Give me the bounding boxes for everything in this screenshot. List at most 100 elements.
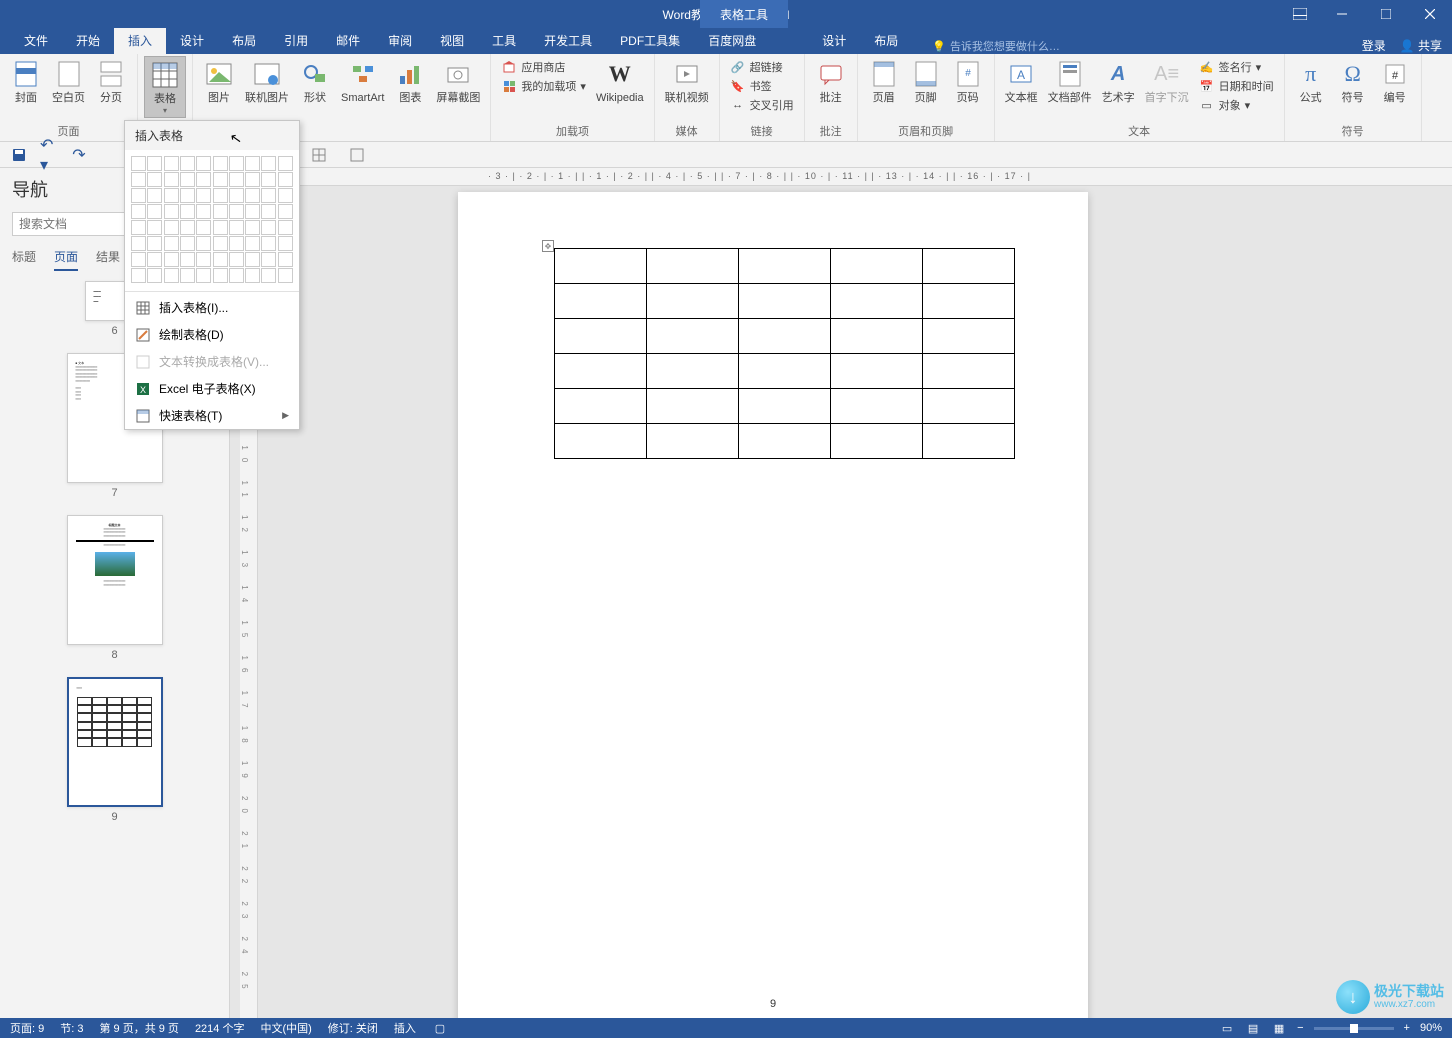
tell-me-search[interactable]: 💡 告诉我您想要做什么… — [932, 38, 1060, 54]
tab-baidu[interactable]: 百度网盘 — [694, 27, 770, 54]
ribbon-display-options[interactable] — [1278, 0, 1322, 28]
redo-icon[interactable]: ↷ — [70, 146, 88, 164]
blank-page-button[interactable]: 空白页 — [48, 56, 89, 107]
minimize-button[interactable] — [1320, 0, 1364, 28]
status-language[interactable]: 中文(中国) — [260, 1020, 311, 1036]
maximize-button[interactable] — [1364, 0, 1408, 28]
status-insert-mode[interactable]: 插入 — [394, 1020, 416, 1036]
chart-icon — [394, 58, 426, 90]
tab-mailings[interactable]: 邮件 — [322, 27, 374, 54]
table-dropdown-menu: 插入表格 插入表格(I)... 绘制表格(D) 文本转换成表格(V)... X … — [124, 120, 300, 430]
tab-view[interactable]: 视图 — [426, 27, 478, 54]
excel-spreadsheet-item[interactable]: X Excel 电子表格(X) — [125, 375, 299, 402]
table-move-handle[interactable]: ✥ — [542, 240, 554, 252]
zoom-in-button[interactable]: + — [1404, 1022, 1410, 1034]
share-button[interactable]: 👤 共享 — [1400, 37, 1442, 54]
thumbnail-page-9[interactable]: ━━━ — [67, 677, 163, 807]
group-headerfooter: 页眉 页脚 #页码 页眉和页脚 — [858, 54, 995, 141]
nav-tab-headings[interactable]: 标题 — [12, 248, 36, 271]
status-macro-icon[interactable]: ▢ — [432, 1020, 448, 1036]
qa-table-icon[interactable] — [310, 146, 328, 164]
document-page[interactable]: ✥ 9 — [458, 192, 1088, 1018]
equation-button[interactable]: π公式 — [1291, 56, 1331, 107]
tab-design[interactable]: 设计 — [166, 27, 218, 54]
shapes-button[interactable]: 形状 — [295, 56, 335, 107]
wordart-icon: A — [1102, 58, 1134, 90]
cover-page-button[interactable]: 封面 — [6, 56, 46, 107]
status-track-changes[interactable]: 修订: 关闭 — [328, 1020, 378, 1036]
chart-button[interactable]: 图表 — [390, 56, 430, 107]
signature-icon: ✍ — [1199, 59, 1215, 75]
wikipedia-button[interactable]: WWikipedia — [592, 56, 648, 107]
tab-table-layout[interactable]: 布局 — [860, 27, 912, 54]
online-video-button[interactable]: 联机视频 — [661, 56, 713, 107]
quickparts-button[interactable]: 文档部件 — [1044, 56, 1096, 107]
textbox-button[interactable]: A文本框 — [1001, 56, 1042, 107]
tab-tools[interactable]: 工具 — [478, 27, 530, 54]
table-button[interactable]: 表格 ▾ — [144, 56, 186, 118]
comment-icon — [815, 58, 847, 90]
smartart-button[interactable]: SmartArt — [337, 56, 388, 107]
zoom-out-button[interactable]: − — [1297, 1022, 1303, 1034]
tab-review[interactable]: 审阅 — [374, 27, 426, 54]
picture-button[interactable]: 图片 — [199, 56, 239, 107]
tab-layout[interactable]: 布局 — [218, 27, 270, 54]
dropcap-button[interactable]: A≡首字下沉 — [1141, 56, 1193, 107]
status-section[interactable]: 节: 3 — [60, 1020, 83, 1036]
symbol-button[interactable]: Ω符号 — [1333, 56, 1373, 107]
horizontal-ruler[interactable]: · 3 · | · 2 · | · 1 · | | · 1 · | · 2 · … — [258, 168, 1452, 186]
object-button[interactable]: ▭对象 ▾ — [1199, 96, 1274, 114]
wikipedia-icon: W — [604, 58, 636, 90]
dropcap-icon: A≡ — [1151, 58, 1183, 90]
screenshot-button[interactable]: 屏幕截图 — [432, 56, 484, 107]
header-icon — [868, 58, 900, 90]
tab-table-design[interactable]: 设计 — [808, 27, 860, 54]
bookmark-button[interactable]: 🔖书签 — [730, 77, 794, 95]
crossref-button[interactable]: ↔交叉引用 — [730, 96, 794, 114]
datetime-button[interactable]: 📅日期和时间 — [1199, 77, 1274, 95]
draw-table-item[interactable]: 绘制表格(D) — [125, 321, 299, 348]
zoom-slider[interactable] — [1314, 1027, 1394, 1030]
sign-in-link[interactable]: 登录 — [1362, 37, 1386, 54]
svg-text:#: # — [965, 68, 971, 79]
quick-tables-item[interactable]: 快速表格(T) ▶ — [125, 402, 299, 429]
status-word-count[interactable]: 2214 个字 — [195, 1020, 245, 1036]
tab-file[interactable]: 文件 — [10, 27, 62, 54]
save-icon[interactable] — [10, 146, 28, 164]
insert-table-item[interactable]: 插入表格(I)... — [125, 294, 299, 321]
tab-developer[interactable]: 开发工具 — [530, 27, 606, 54]
tab-home[interactable]: 开始 — [62, 27, 114, 54]
read-mode-icon[interactable]: ▭ — [1219, 1020, 1235, 1036]
wordart-button[interactable]: A艺术字 — [1098, 56, 1139, 107]
store-button[interactable]: 应用商店 — [501, 58, 586, 76]
quick-tables-icon — [135, 408, 151, 424]
header-button[interactable]: 页眉 — [864, 56, 904, 107]
my-addins-button[interactable]: 我的加载项 ▾ — [501, 77, 586, 95]
hyperlink-button[interactable]: 🔗超链接 — [730, 58, 794, 76]
page-break-icon — [95, 58, 127, 90]
signature-button[interactable]: ✍签名行 ▾ — [1199, 58, 1274, 76]
web-layout-icon[interactable]: ▦ — [1271, 1020, 1287, 1036]
footer-button[interactable]: 页脚 — [906, 56, 946, 107]
close-button[interactable] — [1408, 0, 1452, 28]
page-break-button[interactable]: 分页 — [91, 56, 131, 107]
tab-references[interactable]: 引用 — [270, 27, 322, 54]
document-table[interactable] — [554, 248, 1015, 459]
pagenum-button[interactable]: #页码 — [948, 56, 988, 107]
table-size-grid[interactable] — [125, 150, 299, 289]
online-picture-button[interactable]: 联机图片 — [241, 56, 293, 107]
tab-pdf[interactable]: PDF工具集 — [606, 27, 694, 54]
print-layout-icon[interactable]: ▤ — [1245, 1020, 1261, 1036]
comment-button[interactable]: 批注 — [811, 56, 851, 107]
undo-icon[interactable]: ↶ ▾ — [40, 146, 58, 164]
tab-insert[interactable]: 插入 — [114, 27, 166, 54]
thumbnail-page-8[interactable]: 标题文本━━━━━━━━━━━━━━━━━━━━━━━━━━━━━━━━━━━━… — [67, 515, 163, 645]
object-icon: ▭ — [1199, 97, 1215, 113]
nav-tab-results[interactable]: 结果 — [96, 248, 120, 271]
nav-tab-pages[interactable]: 页面 — [54, 248, 78, 271]
status-page[interactable]: 页面: 9 — [10, 1020, 44, 1036]
status-page-of[interactable]: 第 9 页，共 9 页 — [99, 1020, 178, 1036]
zoom-level[interactable]: 90% — [1420, 1022, 1442, 1034]
qa-layout-icon[interactable] — [348, 146, 366, 164]
number-button[interactable]: #编号 — [1375, 56, 1415, 107]
